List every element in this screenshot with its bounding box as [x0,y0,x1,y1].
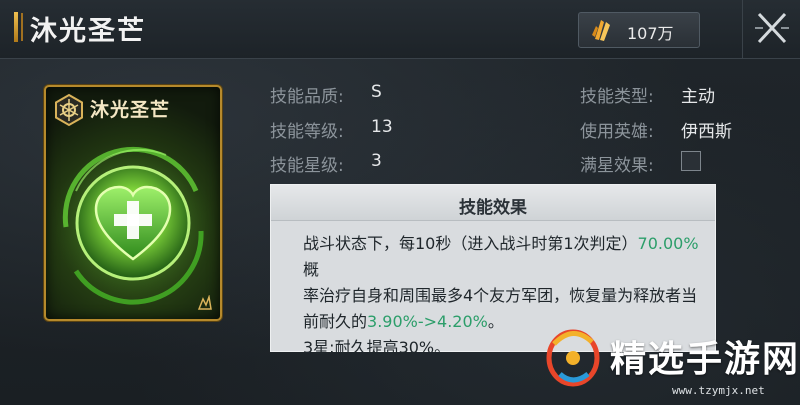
effect-text: 前耐久的 [303,312,368,331]
hero-label: 使用英雄: [580,122,654,142]
effect-text: 战斗状态下，每10秒（进入战斗时第1次判定） [303,234,638,253]
effect-title: 技能效果 [459,198,527,218]
title-accent [14,12,18,42]
skill-card: 沐光圣芒 [44,85,222,321]
watermark-logo-icon [540,320,606,396]
max-star-label: 满星效果: [580,156,654,176]
quality-value: S [371,82,382,102]
effect-text: 概 [303,260,320,279]
watermark-url: www.tzymjx.net [672,384,765,397]
currency-display[interactable]: 107万 [578,12,700,48]
currency-value: 107万 [627,24,674,43]
effect-highlight: 70.00% [637,234,699,253]
star-value: 3 [371,151,382,171]
effect-line-1: 战斗状态下，每10秒（进入战斗时第1次判定）70.00% 概 [303,231,703,283]
page-title: 沐光圣芒 [30,16,146,47]
effect-highlight: 3.90%->4.20% [367,312,488,331]
type-value: 主动 [681,87,715,107]
type-label: 技能类型: [580,87,654,107]
hero-value: 伊西斯 [681,122,732,142]
header-bar: 沐光圣芒 107万 [0,0,800,59]
effect-header: 技能效果 [271,185,715,221]
heart-cross-icon [53,143,213,305]
max-star-checkbox[interactable] [681,151,701,171]
skill-effect-panel: 技能效果 战斗状态下，每10秒（进入战斗时第1次判定）70.00% 概 率治疗自身… [270,184,716,357]
close-icon [755,12,789,44]
card-title: 沐光圣芒 [90,99,171,121]
effect-text: 。 [487,312,504,331]
currency-crystal-icon [589,17,615,43]
effect-line-2: 率治疗自身和周围最多4个友方军团，恢复量为释放者当 [303,286,698,305]
close-button[interactable] [742,0,800,58]
star-corner-icon [196,294,214,315]
skill-emblem-icon [52,93,86,127]
level-value: 13 [371,117,393,137]
level-label: 技能等级: [270,122,344,142]
star-label: 技能星级: [270,156,344,176]
quality-label: 技能品质: [270,87,344,107]
watermark-text: 精选手游网 [610,339,800,380]
